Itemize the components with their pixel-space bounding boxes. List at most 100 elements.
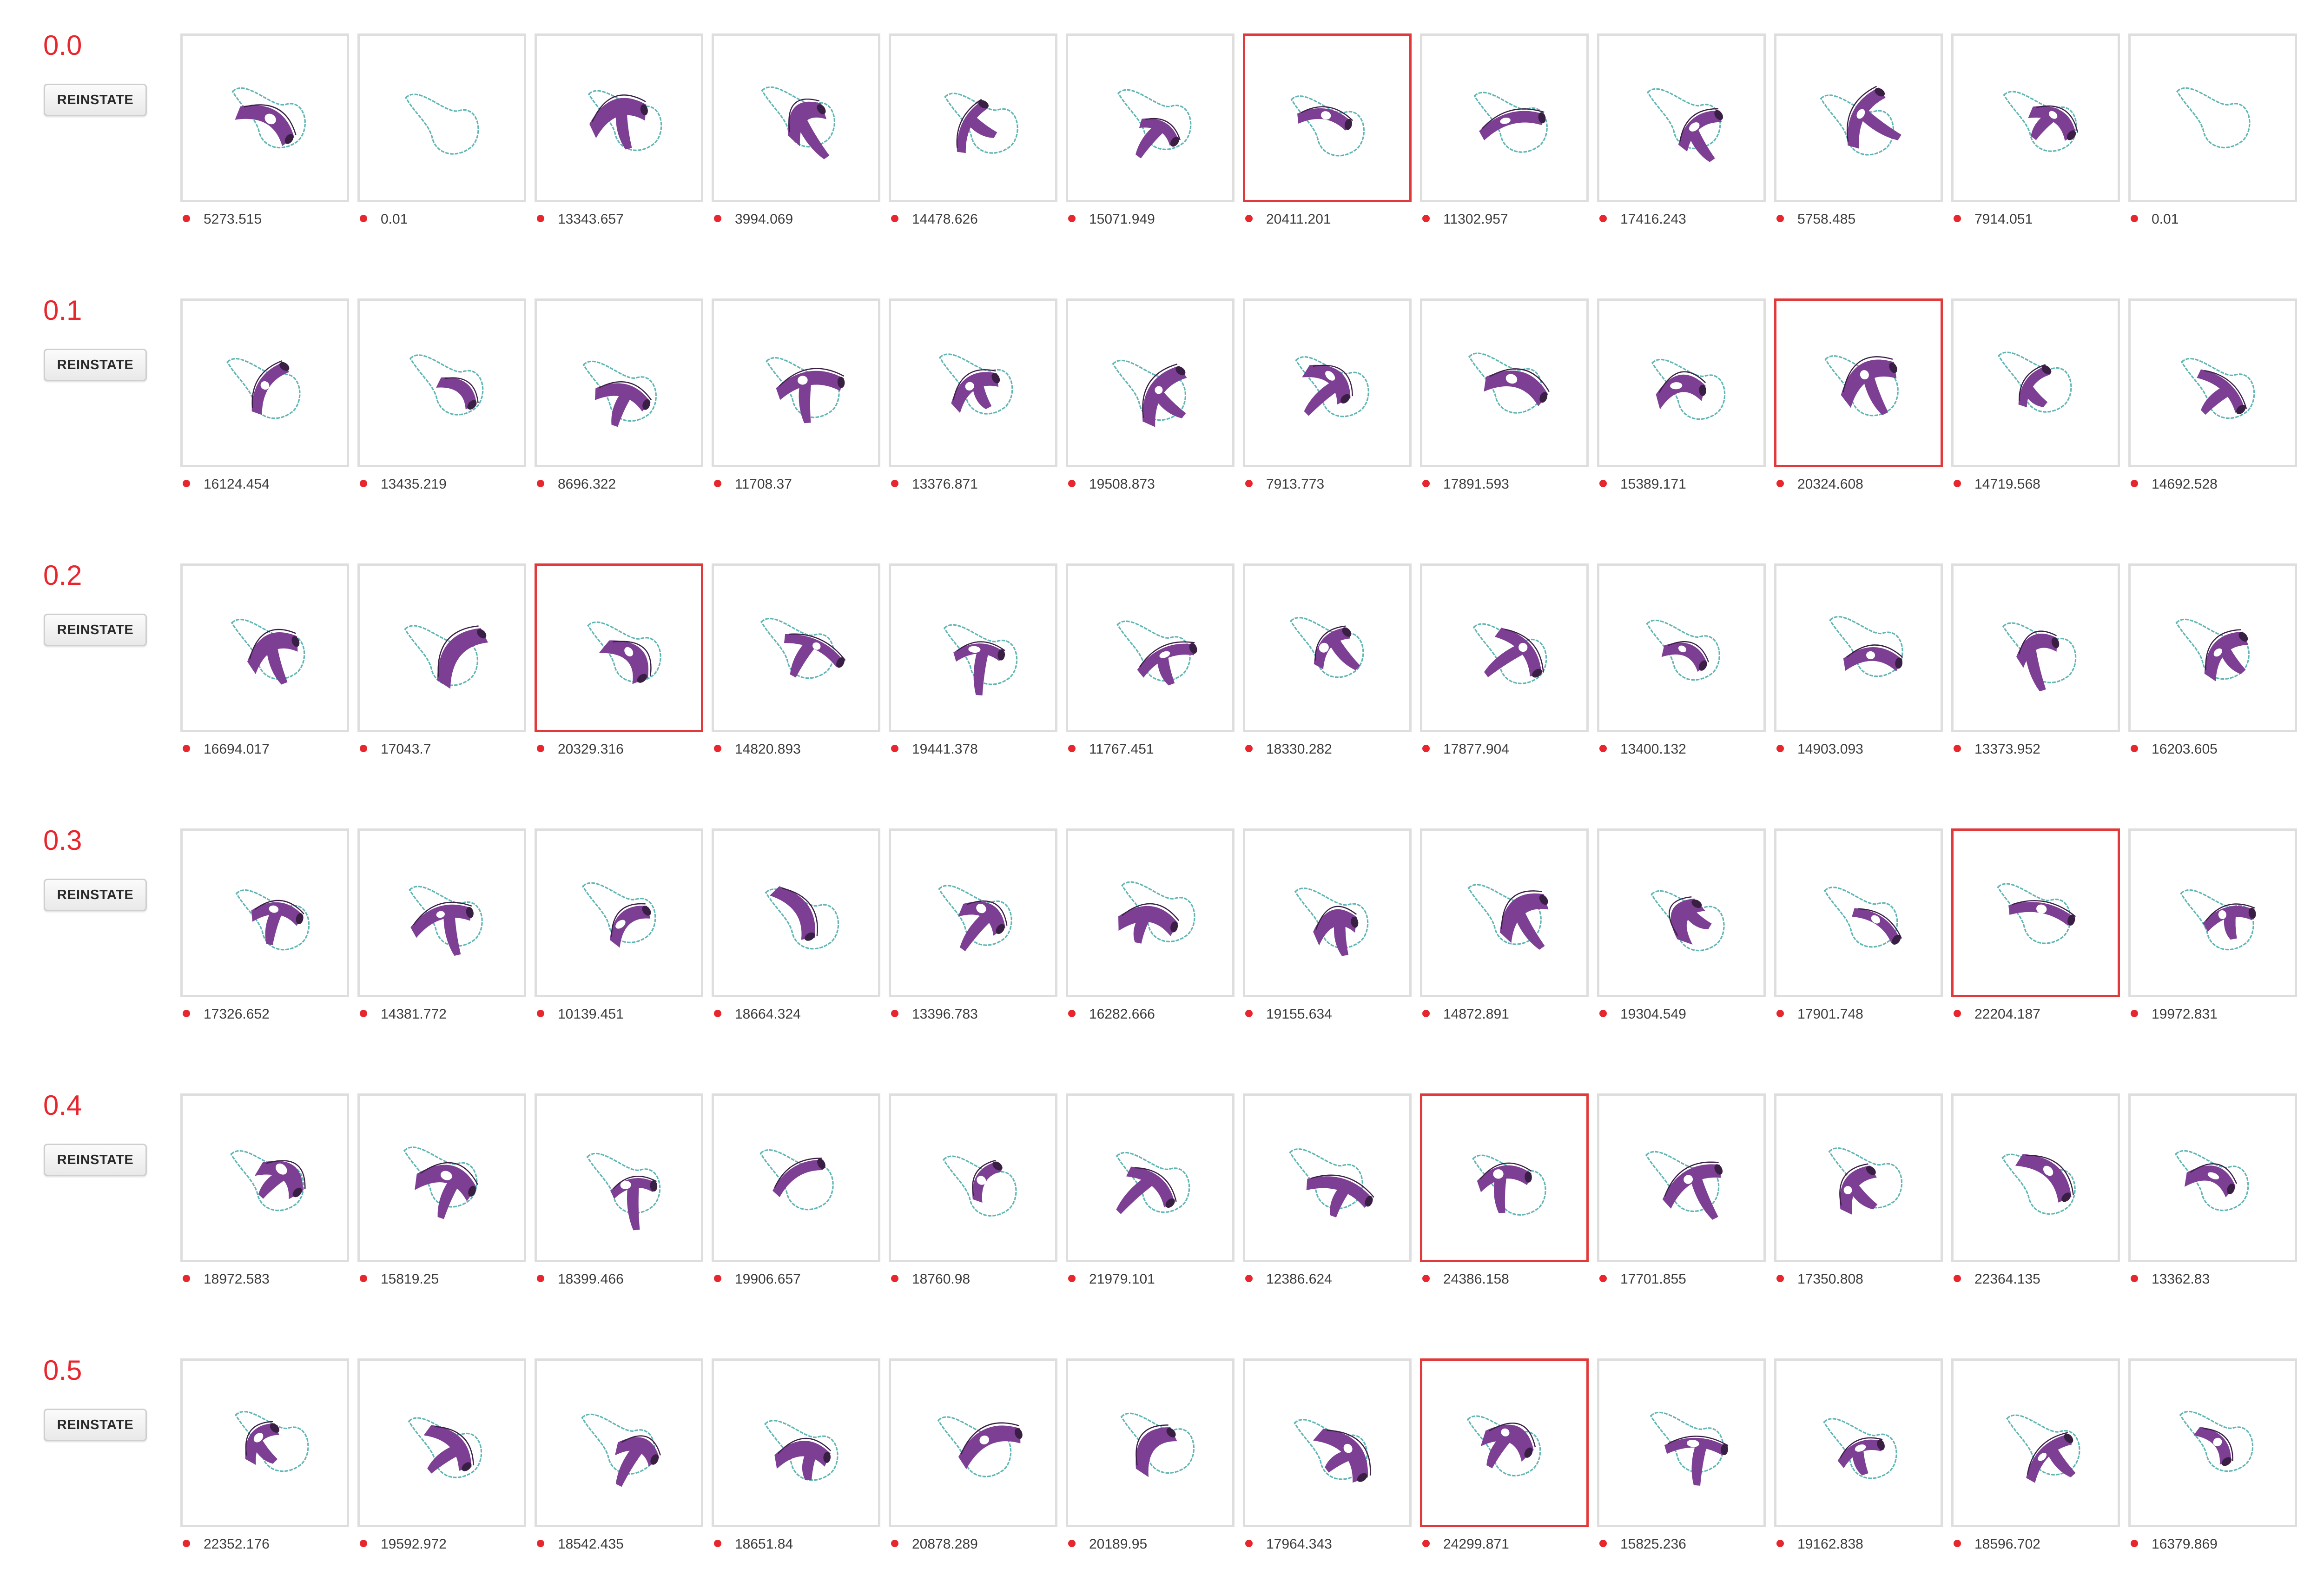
design-thumbnail[interactable] xyxy=(535,1358,703,1527)
design-thumbnail[interactable] xyxy=(712,1358,880,1527)
design-thumbnail-selected[interactable] xyxy=(1951,828,2120,997)
design-thumbnail[interactable] xyxy=(889,828,1057,997)
design-thumbnail[interactable] xyxy=(1597,298,1766,467)
design-thumbnail[interactable] xyxy=(1066,1093,1235,1262)
design-thumbnail[interactable] xyxy=(889,563,1057,732)
design-thumbnail[interactable] xyxy=(1420,298,1589,467)
design-thumbnail[interactable] xyxy=(712,563,880,732)
design-thumbnail[interactable] xyxy=(1243,828,1412,997)
design-thumbnail[interactable] xyxy=(1243,1358,1412,1527)
design-thumbnail[interactable] xyxy=(1597,1358,1766,1527)
design-thumbnail[interactable] xyxy=(180,1093,349,1262)
design-thumbnail[interactable] xyxy=(1597,33,1766,202)
reinstate-button[interactable]: REINSTATE xyxy=(44,879,147,911)
design-thumbnail[interactable] xyxy=(357,563,526,732)
design-thumbnail[interactable] xyxy=(1066,828,1235,997)
design-thumbnail[interactable] xyxy=(180,298,349,467)
reinstate-button[interactable]: REINSTATE xyxy=(44,1144,147,1176)
design-thumbnail-selected[interactable] xyxy=(1774,298,1943,467)
design-thumbnail[interactable] xyxy=(1774,33,1943,202)
design-thumbnail[interactable] xyxy=(2128,1093,2297,1262)
design-thumbnail[interactable] xyxy=(2128,563,2297,732)
design-thumbnail[interactable] xyxy=(2128,298,2297,467)
red-dot-icon xyxy=(891,215,898,222)
design-thumbnail[interactable] xyxy=(1420,33,1589,202)
design-thumbnail[interactable] xyxy=(357,828,526,997)
fitness-score: 18972.583 xyxy=(204,1271,270,1287)
fitness-score: 12386.624 xyxy=(1266,1271,1332,1287)
design-thumbnail[interactable] xyxy=(1597,828,1766,997)
design-thumbnail[interactable] xyxy=(180,828,349,997)
design-thumbnail[interactable] xyxy=(1951,1358,2120,1527)
design-thumbnail[interactable] xyxy=(357,1093,526,1262)
design-thumbnail[interactable] xyxy=(535,828,703,997)
reinstate-button[interactable]: REINSTATE xyxy=(44,349,147,381)
design-thumbnail[interactable] xyxy=(535,33,703,202)
design-thumbnail[interactable] xyxy=(357,33,526,202)
fitness-score: 20329.316 xyxy=(558,742,624,757)
design-thumbnail[interactable] xyxy=(1066,298,1235,467)
design-preview-icon xyxy=(1998,351,2072,413)
reinstate-button[interactable]: REINSTATE xyxy=(44,614,147,646)
design-thumbnail[interactable] xyxy=(2128,828,2297,997)
design-thumbnail[interactable] xyxy=(1951,33,2120,202)
design-thumbnail[interactable] xyxy=(1420,828,1589,997)
design-preview-icon xyxy=(586,1152,661,1231)
fitness-score: 7913.773 xyxy=(1266,477,1325,492)
design-thumbnail[interactable] xyxy=(357,298,526,467)
design-thumbnail[interactable] xyxy=(180,563,349,732)
design-thumbnail[interactable] xyxy=(1774,1358,1943,1527)
design-thumbnail[interactable] xyxy=(1420,563,1589,732)
design-thumbnail[interactable] xyxy=(1951,563,2120,732)
fitness-score: 13396.783 xyxy=(912,1006,978,1022)
design-thumbnail-selected[interactable] xyxy=(1420,1093,1589,1262)
design-thumbnail[interactable] xyxy=(712,828,880,997)
design-thumbnail[interactable] xyxy=(1597,563,1766,732)
design-thumbnail[interactable] xyxy=(357,1358,526,1527)
design-thumbnail[interactable] xyxy=(180,33,349,202)
design-thumbnail[interactable] xyxy=(535,298,703,467)
design-thumbnail[interactable] xyxy=(535,1093,703,1262)
design-thumbnail[interactable] xyxy=(712,1093,880,1262)
design-preview-icon xyxy=(1820,86,1901,156)
design-preview-icon xyxy=(1118,881,1195,944)
design-thumbnail[interactable] xyxy=(712,33,880,202)
red-dot-icon xyxy=(183,1010,190,1017)
design-thumbnail[interactable] xyxy=(889,298,1057,467)
design-thumbnail[interactable] xyxy=(1243,298,1412,467)
design-thumbnail[interactable] xyxy=(2128,33,2297,202)
fitness-score: 19162.838 xyxy=(1797,1536,1863,1552)
fitness-score: 11767.451 xyxy=(1089,742,1154,757)
generation-row: 0.2 REINSTATE 16694.017 17043.7 20329.316 148… xyxy=(0,530,2324,794)
red-dot-icon xyxy=(537,1010,544,1017)
design-thumbnail[interactable] xyxy=(1243,1093,1412,1262)
design-thumbnail[interactable] xyxy=(1066,33,1235,202)
design-thumbnail[interactable] xyxy=(712,298,880,467)
design-thumbnail[interactable] xyxy=(1774,563,1943,732)
design-thumbnail[interactable] xyxy=(889,1358,1057,1527)
design-thumbnail[interactable] xyxy=(180,1358,349,1527)
design-thumbnail[interactable] xyxy=(1066,563,1235,732)
design-thumbnail[interactable] xyxy=(1951,298,2120,467)
design-thumbnail[interactable] xyxy=(1951,1093,2120,1262)
reinstate-button[interactable]: REINSTATE xyxy=(44,1409,147,1441)
design-thumbnail[interactable] xyxy=(889,1093,1057,1262)
design-thumbnail[interactable] xyxy=(889,33,1057,202)
red-dot-icon xyxy=(1776,1540,1784,1547)
design-thumbnail-selected[interactable] xyxy=(1420,1358,1589,1527)
reinstate-button[interactable]: REINSTATE xyxy=(44,84,147,116)
design-preview-icon xyxy=(230,1150,306,1212)
design-thumbnail[interactable] xyxy=(2128,1358,2297,1527)
design-thumbnail[interactable] xyxy=(1597,1093,1766,1262)
design-thumbnail[interactable] xyxy=(1774,1093,1943,1262)
fitness-score: 14692.528 xyxy=(2152,477,2218,492)
design-thumbnail[interactable] xyxy=(1243,563,1412,732)
design-thumbnail-selected[interactable] xyxy=(535,563,703,732)
red-dot-icon xyxy=(714,480,721,487)
fitness-score: 18760.98 xyxy=(912,1271,971,1287)
design-thumbnail[interactable] xyxy=(1066,1358,1235,1527)
design-thumbnail-selected[interactable] xyxy=(1243,33,1412,202)
design-thumbnail[interactable] xyxy=(1774,828,1943,997)
fitness-score: 13343.657 xyxy=(558,212,624,227)
design-preview-icon xyxy=(1289,1148,1374,1218)
